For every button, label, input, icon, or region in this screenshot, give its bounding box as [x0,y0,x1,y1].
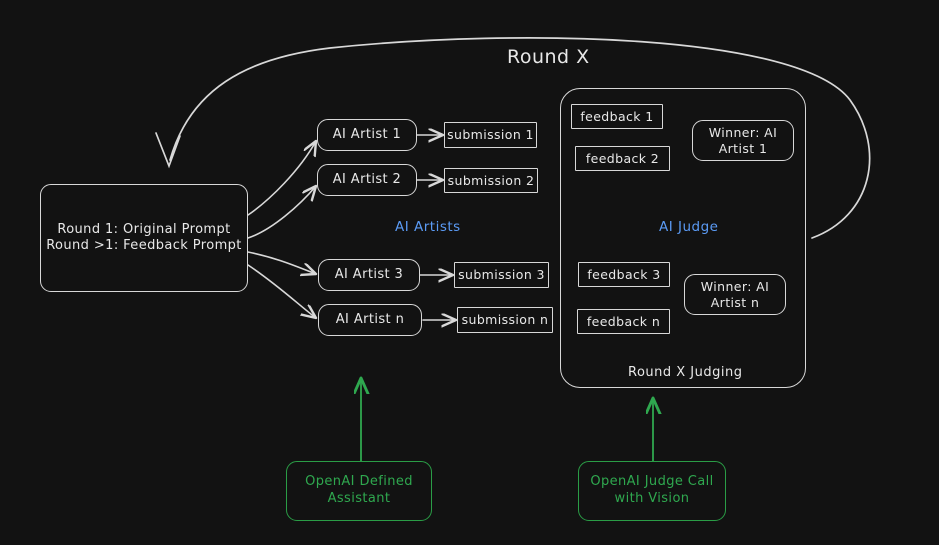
submission-box-2: submission 2 [444,168,538,193]
submission-box-3: submission 3 [454,262,549,288]
feedback-box-4: feedback n [577,309,670,334]
prompt-line-1: Round 1: Original Prompt [57,221,231,237]
feedback-box-2: feedback 2 [575,146,670,171]
feedback-box-3: feedback 3 [578,262,670,287]
prompt-line-2: Round >1: Feedback Prompt [46,238,242,253]
submission-box-1: submission 1 [444,122,537,148]
judge-panel-caption: Round X Judging [628,365,743,380]
artist-node-3: AI Artist 3 [318,259,420,291]
artist-node-2: AI Artist 2 [317,164,417,196]
feedback-box-1: feedback 1 [571,104,663,129]
judge-group-label: AI Judge [659,219,719,235]
green-arrows [361,378,653,462]
diagram-canvas: Round X Round 1: Original Prompt Round >… [0,0,939,545]
winner-box-2: Winner: AI Artist n [684,274,786,315]
artists-group-label: AI Artists [395,219,461,235]
winner-box-1: Winner: AI Artist 1 [692,120,794,161]
artist-node-1: AI Artist 1 [317,119,417,151]
openai-judge-call-box: OpenAI Judge Call with Vision [578,461,726,521]
openai-assistant-box: OpenAI Defined Assistant [286,461,432,521]
submission-box-4: submission n [457,307,553,333]
prompt-box: Round 1: Original Prompt Round >1: Feedb… [40,184,248,292]
page-title: Round X [507,46,590,68]
artist-node-4: AI Artist n [318,304,422,336]
prompt-to-artist-arrows [247,141,316,318]
